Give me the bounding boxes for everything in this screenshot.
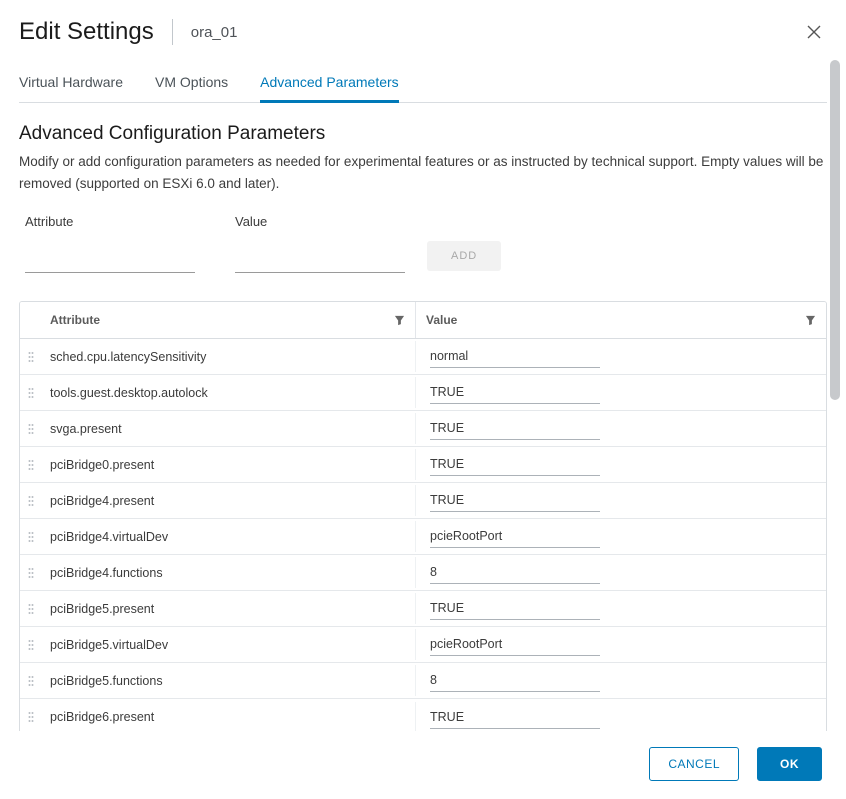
cell-value bbox=[415, 665, 826, 696]
dialog-body: Virtual Hardware VM Options Advanced Par… bbox=[0, 46, 846, 731]
drag-handle-icon[interactable] bbox=[20, 675, 42, 687]
cell-attribute: pciBridge5.functions bbox=[42, 666, 415, 696]
value-field[interactable] bbox=[430, 599, 600, 620]
drag-handle-icon[interactable] bbox=[20, 495, 42, 507]
ok-button[interactable]: OK bbox=[757, 747, 822, 781]
drag-handle-icon[interactable] bbox=[20, 531, 42, 543]
cell-value bbox=[415, 593, 826, 624]
edit-settings-dialog: Edit Settings ora_01 Virtual Hardware VM… bbox=[0, 0, 846, 799]
parameters-table: Attribute Value sched.cpu.latencySensiti… bbox=[19, 301, 827, 731]
table-row: pciBridge4.functions bbox=[20, 555, 826, 591]
table-row: pciBridge0.present bbox=[20, 447, 826, 483]
table-row: pciBridge5.functions bbox=[20, 663, 826, 699]
tab-virtual-hardware[interactable]: Virtual Hardware bbox=[19, 68, 123, 102]
value-input[interactable] bbox=[235, 249, 405, 273]
value-field[interactable] bbox=[430, 635, 600, 656]
scrollbar[interactable] bbox=[830, 60, 840, 400]
table-row: pciBridge4.virtualDev bbox=[20, 519, 826, 555]
value-field[interactable] bbox=[430, 455, 600, 476]
dialog-title: Edit Settings bbox=[19, 18, 154, 46]
cell-attribute: pciBridge5.present bbox=[42, 594, 415, 624]
section-description: Modify or add configuration parameters a… bbox=[19, 151, 827, 194]
table-row: pciBridge5.virtualDev bbox=[20, 627, 826, 663]
tab-advanced-parameters[interactable]: Advanced Parameters bbox=[260, 68, 399, 103]
value-field[interactable] bbox=[430, 491, 600, 512]
column-header-value[interactable]: Value bbox=[415, 302, 826, 338]
add-parameter-form: Attribute Value ADD bbox=[19, 214, 827, 273]
cell-value bbox=[415, 557, 826, 588]
tab-bar: Virtual Hardware VM Options Advanced Par… bbox=[19, 68, 827, 103]
cell-value bbox=[415, 629, 826, 660]
value-label: Value bbox=[235, 214, 405, 229]
value-field[interactable] bbox=[430, 527, 600, 548]
cell-attribute: pciBridge5.virtualDev bbox=[42, 630, 415, 660]
attribute-label: Attribute bbox=[25, 214, 195, 229]
cell-attribute: pciBridge0.present bbox=[42, 450, 415, 480]
filter-icon[interactable] bbox=[805, 315, 816, 326]
dialog-footer: CANCEL OK bbox=[0, 731, 846, 799]
table-row: tools.guest.desktop.autolock bbox=[20, 375, 826, 411]
close-icon[interactable] bbox=[804, 22, 824, 42]
cell-attribute: pciBridge4.functions bbox=[42, 558, 415, 588]
cell-value bbox=[415, 485, 826, 516]
drag-handle-icon[interactable] bbox=[20, 351, 42, 363]
drag-handle-icon[interactable] bbox=[20, 567, 42, 579]
cell-attribute: pciBridge6.present bbox=[42, 702, 415, 731]
value-field[interactable] bbox=[430, 419, 600, 440]
cell-attribute: pciBridge4.virtualDev bbox=[42, 522, 415, 552]
dialog-header: Edit Settings ora_01 bbox=[0, 0, 846, 46]
dialog-subtitle: ora_01 bbox=[191, 24, 238, 41]
header-separator bbox=[172, 19, 173, 45]
drag-handle-icon[interactable] bbox=[20, 639, 42, 651]
table-row: sched.cpu.latencySensitivity bbox=[20, 339, 826, 375]
attribute-input[interactable] bbox=[25, 249, 195, 273]
value-field-group: Value bbox=[235, 214, 405, 273]
value-field[interactable] bbox=[430, 347, 600, 368]
cell-value bbox=[415, 413, 826, 444]
cell-attribute: tools.guest.desktop.autolock bbox=[42, 378, 415, 408]
value-field[interactable] bbox=[430, 708, 600, 729]
drag-handle-icon[interactable] bbox=[20, 603, 42, 615]
table-row: pciBridge4.present bbox=[20, 483, 826, 519]
value-field[interactable] bbox=[430, 563, 600, 584]
cell-value bbox=[415, 377, 826, 408]
column-header-value-label: Value bbox=[426, 313, 457, 327]
tab-vm-options[interactable]: VM Options bbox=[155, 68, 228, 102]
table-body: sched.cpu.latencySensitivity tools.guest.… bbox=[20, 339, 826, 731]
column-header-attribute[interactable]: Attribute bbox=[20, 302, 415, 338]
column-header-attribute-label: Attribute bbox=[50, 313, 100, 327]
add-button[interactable]: ADD bbox=[427, 241, 501, 271]
table-row: pciBridge5.present bbox=[20, 591, 826, 627]
drag-handle-icon[interactable] bbox=[20, 459, 42, 471]
cell-value bbox=[415, 702, 826, 731]
value-field[interactable] bbox=[430, 671, 600, 692]
table-row: pciBridge6.present bbox=[20, 699, 826, 731]
attribute-field-group: Attribute bbox=[25, 214, 195, 273]
cell-value bbox=[415, 521, 826, 552]
value-field[interactable] bbox=[430, 383, 600, 404]
cell-attribute: svga.present bbox=[42, 414, 415, 444]
cell-value bbox=[415, 449, 826, 480]
cell-value bbox=[415, 341, 826, 372]
drag-handle-icon[interactable] bbox=[20, 711, 42, 723]
cell-attribute: sched.cpu.latencySensitivity bbox=[42, 342, 415, 372]
table-row: svga.present bbox=[20, 411, 826, 447]
table-header: Attribute Value bbox=[20, 302, 826, 339]
cell-attribute: pciBridge4.present bbox=[42, 486, 415, 516]
drag-handle-icon[interactable] bbox=[20, 423, 42, 435]
filter-icon[interactable] bbox=[394, 315, 405, 326]
drag-handle-icon[interactable] bbox=[20, 387, 42, 399]
section-title: Advanced Configuration Parameters bbox=[19, 123, 827, 145]
cancel-button[interactable]: CANCEL bbox=[649, 747, 739, 781]
